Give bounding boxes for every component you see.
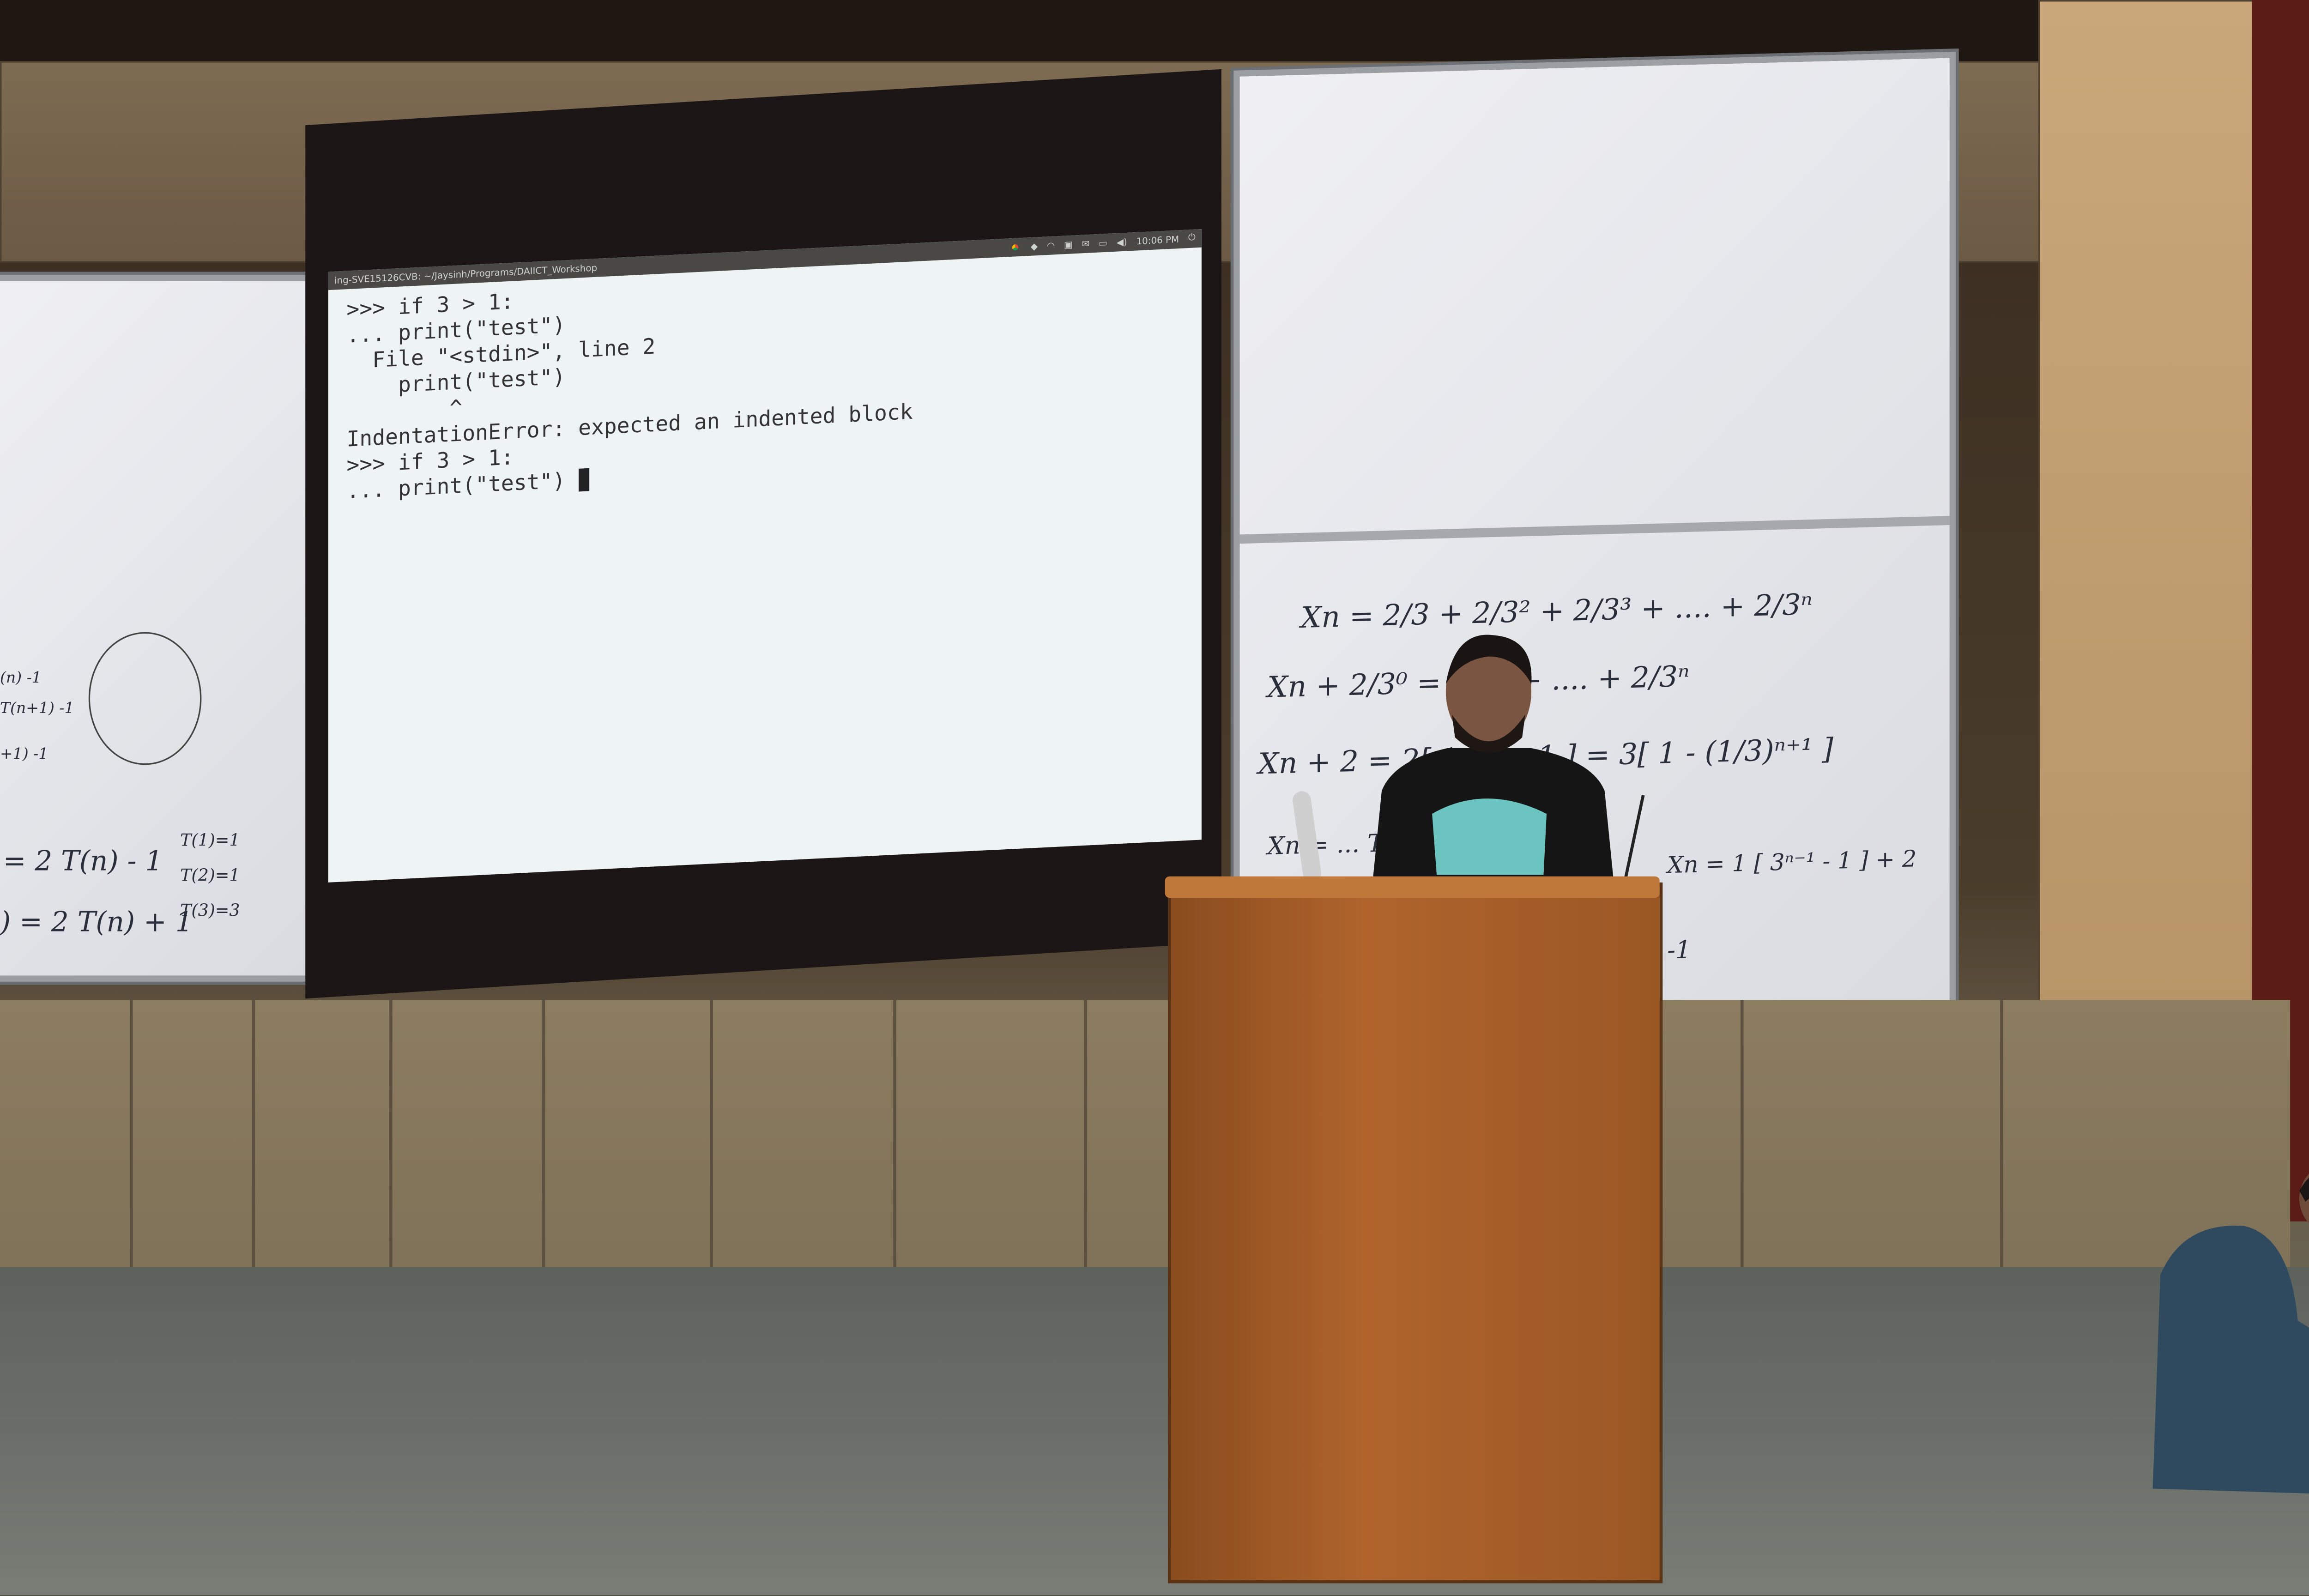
ceiling <box>0 0 2309 61</box>
mail-icon[interactable]: ✉ <box>1082 238 1090 249</box>
equation: -1 <box>1667 935 1691 965</box>
board-text: (n) -1 <box>0 670 42 687</box>
audience-member <box>2152 1173 2309 1494</box>
board-text: T(2)=1 <box>180 865 240 886</box>
side-wall-panel <box>2038 0 2255 1072</box>
board-text: = 2 T(n) - 1 <box>3 846 163 878</box>
left-whiteboard: T(1)=1 T(2)=1 T(3)=3 = 2 T(n) - 1 ) = 2 … <box>0 275 319 982</box>
board-divider <box>1239 516 1950 544</box>
wifi-icon[interactable]: ◠ <box>1047 240 1055 251</box>
equation: Xn = 1 [ 3ⁿ⁻¹ - 1 ] + 2 <box>1667 845 1917 879</box>
text-cursor <box>578 468 589 492</box>
board-text: T(1)=1 <box>180 830 240 851</box>
battery-icon[interactable]: ▭ <box>1099 237 1107 248</box>
projected-screen: ing-SVE15126CVB: ~/Jaysinh/Programs/DAII… <box>328 229 1202 883</box>
stage-floor <box>0 1267 2309 1596</box>
terminal-output[interactable]: >>> if 3 > 1:... print("test") File "<st… <box>328 248 1202 516</box>
board-text: T(n+1) -1 <box>0 701 74 718</box>
chrome-icon[interactable] <box>1009 241 1022 254</box>
keyboard-layout-icon[interactable]: ▣ <box>1064 239 1073 250</box>
power-icon[interactable]: ⏻ <box>1188 232 1196 245</box>
lecture-hall-scene: T(1)=1 T(2)=1 T(3)=3 = 2 T(n) - 1 ) = 2 … <box>0 0 2309 1596</box>
clock[interactable]: 10:06 PM <box>1136 234 1179 247</box>
board-text: ) = 2 T(n) + 1 <box>0 907 193 939</box>
volume-icon[interactable]: ◀) <box>1117 236 1127 248</box>
circle-diagram <box>88 632 202 765</box>
board-text: +1) -1 <box>0 746 48 764</box>
dropbox-icon[interactable]: ◆ <box>1031 241 1038 252</box>
presenter <box>1371 635 1615 898</box>
podium <box>1165 876 1663 1584</box>
